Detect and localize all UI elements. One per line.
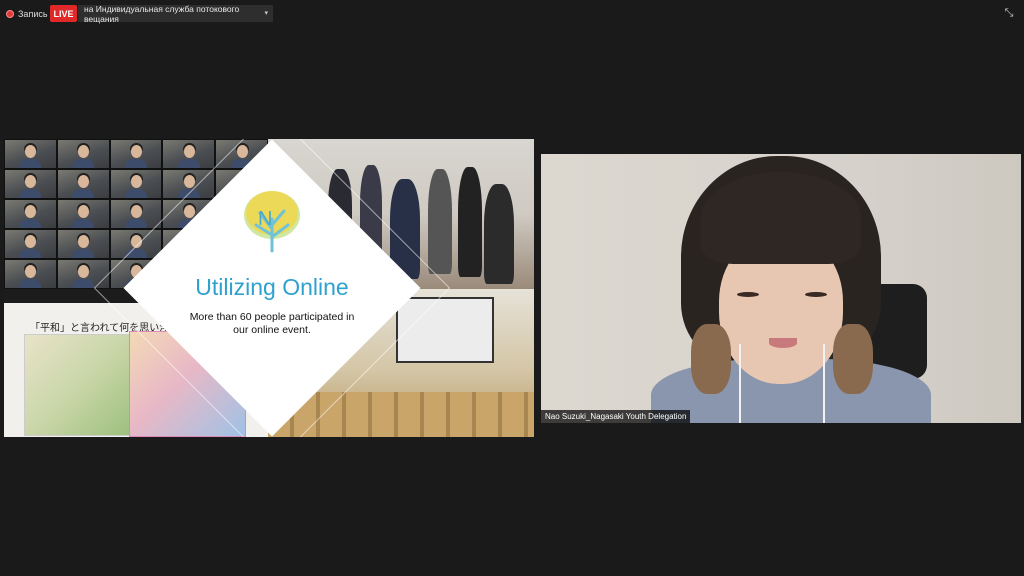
recording-label: Запись [18, 9, 48, 19]
live-badge[interactable]: LIVE [50, 5, 77, 22]
participant-thumb [5, 200, 56, 228]
participant-thumb [5, 170, 56, 198]
chevron-down-icon: ▾ [264, 10, 268, 17]
active-speaker-video[interactable]: Nao Suzuki_Nagasaki Youth Delegation [541, 154, 1021, 423]
participant-thumb [5, 140, 56, 168]
exit-fullscreen-icon[interactable]: ⤡ [1002, 6, 1016, 20]
artwork-image [24, 334, 136, 436]
record-icon [6, 10, 14, 18]
live-stream-target-label: на Индивидуальная служба потокового веща… [84, 3, 240, 24]
participant-thumb [57, 140, 109, 168]
slide-headline: Utilizing Online [195, 274, 349, 300]
participant-thumb [57, 230, 109, 258]
participant-thumb [110, 170, 162, 198]
participant-name-label: Nao Suzuki_Nagasaki Youth Delegation [541, 410, 691, 423]
live-stream-target-dropdown[interactable]: на Индивидуальная служба потокового веща… [78, 3, 273, 24]
tree-logo-icon: N [244, 191, 300, 253]
participant-thumb [110, 200, 162, 228]
participant-thumb [5, 260, 56, 288]
participant-thumb [5, 230, 56, 258]
shared-screen-tile: 「平和」と言われて何を思い浮かべま N Utilizing Online Mor… [4, 139, 534, 437]
slide-overlay: N Utilizing Online More than 60 people p… [162, 183, 382, 393]
participant-thumb [57, 170, 109, 198]
participant-thumb [110, 140, 162, 168]
svg-text:N: N [258, 208, 272, 230]
slide-caption: More than 60 people participated in our … [189, 311, 355, 336]
recording-indicator[interactable]: Запись [6, 6, 48, 22]
participant-thumb [57, 200, 109, 228]
participant-thumb [163, 140, 215, 168]
